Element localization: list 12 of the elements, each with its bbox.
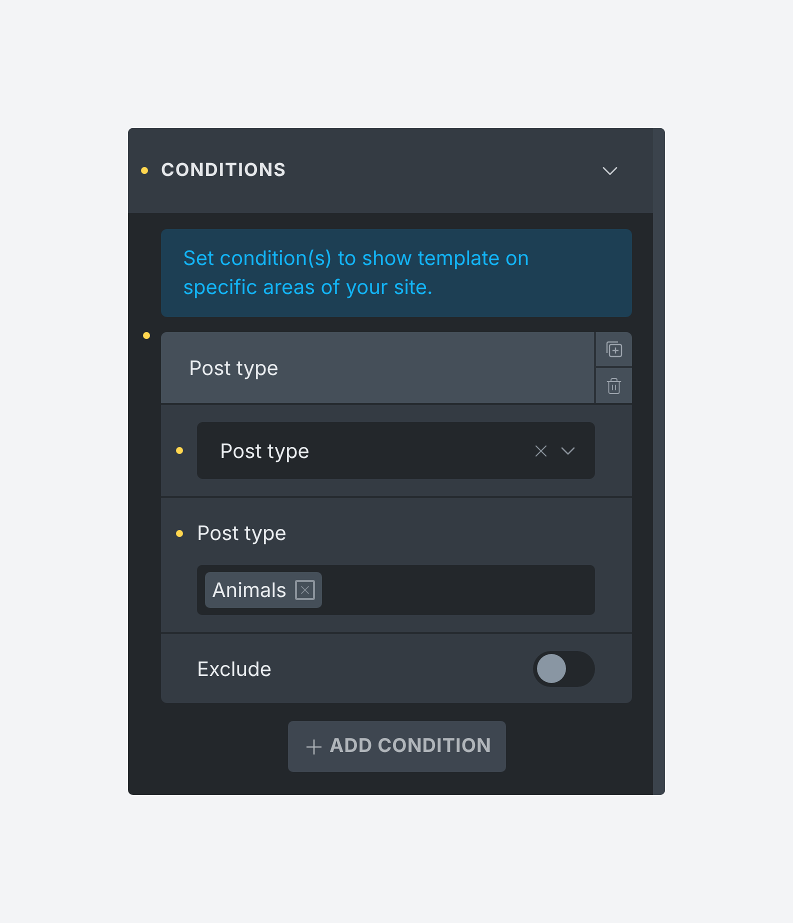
remove-tag-icon[interactable] [294, 580, 315, 600]
tags-field[interactable]: Animals [197, 565, 595, 615]
panel-header[interactable]: CONDITIONS [128, 128, 653, 213]
scrollbar[interactable] [653, 128, 665, 795]
panel-title: CONDITIONS [161, 159, 288, 183]
exclude-toggle[interactable] [533, 650, 595, 686]
add-condition-button[interactable]: ADD CONDITION [288, 721, 506, 772]
tag-chip: Animals [205, 572, 322, 608]
exclude-label: Exclude [197, 656, 272, 682]
info-notice: Set condition(s) to show template on specific areas of your site. [161, 229, 632, 317]
field-label: Post type [197, 520, 286, 547]
post-type-select[interactable]: Post type [197, 422, 595, 479]
